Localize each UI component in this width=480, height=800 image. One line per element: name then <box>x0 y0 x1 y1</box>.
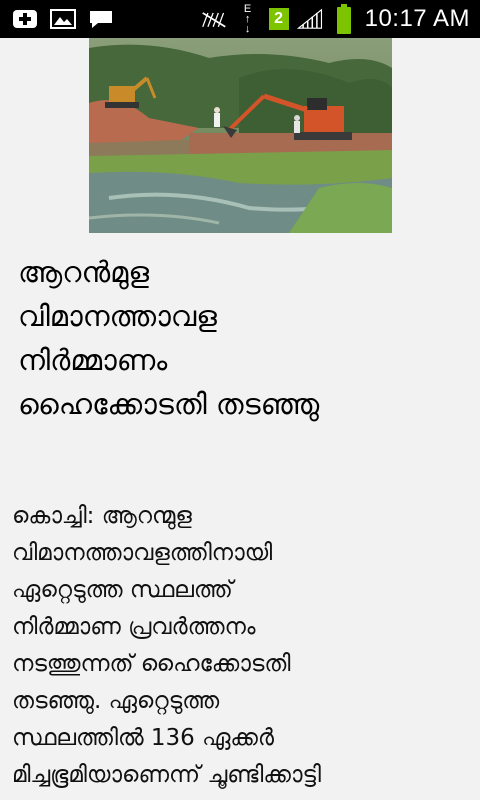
system-icons: E ↑ ↓ 2 10:17 AM <box>201 3 480 35</box>
add-icon <box>12 8 38 30</box>
headline-line: നിർമ്മാണം <box>18 343 168 377</box>
sim-2-icon: 2 <box>268 8 289 30</box>
headline-line: വിമാനത്താവള <box>18 299 217 333</box>
body-line: മിച്ചഭൂമിയാണെന്ന് ചൂണ്ടിക്കാട്ടി <box>12 762 321 788</box>
signal-icon <box>296 8 323 30</box>
clock: 10:17 AM <box>364 5 470 32</box>
data-transfer-icon: E ↑ ↓ <box>243 3 252 35</box>
body-line: തടഞ്ഞു. ഏറ്റെടുത്ത <box>12 688 220 714</box>
body-line: വിമാനത്താവളത്തിനായി <box>12 540 273 566</box>
battery-icon <box>331 4 357 34</box>
article-headline[interactable]: ആറൻമുള വിമാനത്താവള നിർമ്മാണം ഹൈക്കോടതി ത… <box>18 250 468 426</box>
message-icon <box>88 8 114 30</box>
signal-muted-icon <box>201 8 227 30</box>
image-icon <box>50 8 76 30</box>
headline-line: ഹൈക്കോടതി തടഞ്ഞു <box>18 387 320 421</box>
network-type-label: E <box>243 3 252 15</box>
body-line: നിർമ്മാണ പ്രവർത്തനം <box>12 614 256 640</box>
article-body: കൊച്ചി: ആറന്മുള വിമാനത്താവളത്തിനായി ഏറ്റ… <box>12 498 474 794</box>
body-line: ഏറ്റെടുത്ത സ്ഥലത്ത് <box>12 577 233 603</box>
headline-line: ആറൻമുള <box>18 255 150 289</box>
body-line: കൊച്ചി: ആറന്മുള <box>12 503 192 529</box>
body-line: സ്ഥലത്തിൽ 136 ഏക്കർ <box>12 725 274 751</box>
body-line: നടത്തുന്നത് ഹൈക്കോടതി <box>12 651 291 677</box>
status-bar: E ↑ ↓ 2 10:17 AM <box>0 0 480 38</box>
notification-icons <box>0 8 114 30</box>
article-photo[interactable] <box>89 38 392 233</box>
